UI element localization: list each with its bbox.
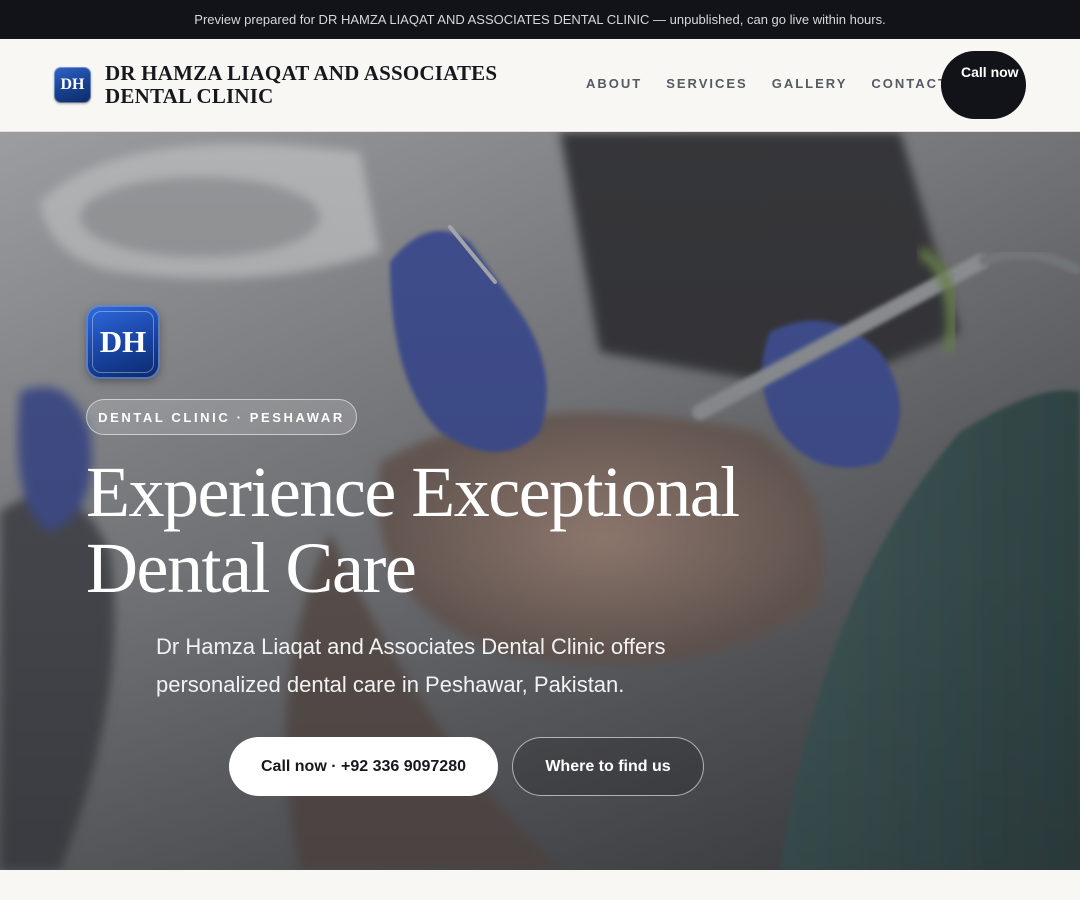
hero-headline: Experience Exceptional Dental Care xyxy=(86,452,740,608)
hero-logo-icon: DH xyxy=(88,307,158,377)
header-call-now-button[interactable]: Call now xyxy=(941,51,1026,119)
where-to-find-us-button[interactable]: Where to find us xyxy=(512,737,704,796)
clinic-name[interactable]: DR HAMZA LIAQAT AND ASSOCIATES DENTAL CL… xyxy=(105,62,545,108)
main-nav: ABOUT SERVICES GALLERY CONTACT xyxy=(586,76,972,91)
call-now-phone-button[interactable]: Call now · +92 336 9097280 xyxy=(229,737,498,796)
next-section-edge xyxy=(0,870,1080,900)
nav-link-gallery[interactable]: GALLERY xyxy=(772,76,848,91)
clinic-logo-icon[interactable]: DH xyxy=(54,67,91,103)
site-header: DH DR HAMZA LIAQAT AND ASSOCIATES DENTAL… xyxy=(0,39,1080,132)
nav-link-services[interactable]: SERVICES xyxy=(666,76,748,91)
nav-link-contact[interactable]: CONTACT xyxy=(871,76,948,91)
hero-section: DH DENTAL CLINIC · PESHAWAR Experience E… xyxy=(0,132,1080,870)
preview-banner-text: Preview prepared for DR HAMZA LIAQAT AND… xyxy=(194,12,886,27)
hero-subtitle: Dr Hamza Liaqat and Associates Dental Cl… xyxy=(156,634,666,697)
preview-banner: Preview prepared for DR HAMZA LIAQAT AND… xyxy=(0,0,1080,39)
nav-link-about[interactable]: ABOUT xyxy=(586,76,642,91)
hero-location-badge: DENTAL CLINIC · PESHAWAR xyxy=(86,399,357,435)
